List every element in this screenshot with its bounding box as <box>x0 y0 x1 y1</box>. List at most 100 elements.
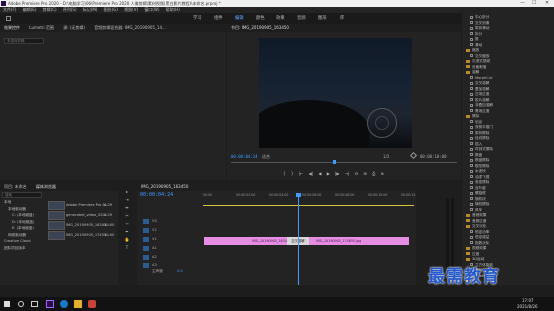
search-icon[interactable] <box>18 301 24 307</box>
step-forward-button[interactable]: |▶ <box>335 171 339 176</box>
play-button[interactable]: ▶ <box>327 171 330 176</box>
effects-item[interactable]: 交叉溶解 <box>462 81 554 86</box>
track-target-toggle[interactable] <box>143 218 149 224</box>
effects-item[interactable]: 指数淡化 <box>462 241 554 246</box>
workspace-libraries[interactable]: 库 <box>340 13 344 24</box>
effects-item[interactable]: 非叠加溶解 <box>462 103 554 108</box>
timeline-playhead[interactable] <box>298 193 299 285</box>
program-scrub-bar[interactable] <box>231 162 457 163</box>
program-timecode[interactable]: 00:00:04:24 <box>231 154 258 159</box>
media-thumbnail[interactable] <box>48 211 65 220</box>
track-header[interactable]: V1 <box>152 236 157 242</box>
effects-item[interactable]: 黑场过渡 <box>462 109 554 114</box>
track-header[interactable]: A1 <box>152 245 157 251</box>
track-header[interactable]: V2 <box>152 227 157 233</box>
menu-window[interactable]: 窗口(W) <box>144 7 159 12</box>
track-select-tool-icon[interactable]: ⇥ <box>124 197 130 202</box>
tab-lumetri-scopes[interactable]: Lumetri 范围 <box>29 25 54 30</box>
track-target-toggle[interactable] <box>143 262 149 268</box>
mark-in-button[interactable]: { <box>283 171 286 176</box>
effects-item[interactable]: 棋盘 <box>462 153 554 158</box>
media-tree-item[interactable]: 本地 <box>4 200 11 205</box>
effects-item[interactable]: 棋盘擦除 <box>462 158 554 163</box>
app-taskbar-icon[interactable] <box>88 300 96 308</box>
media-tree-item[interactable]: 网络驱动器 <box>8 233 26 238</box>
effects-item[interactable]: 水波块 <box>462 169 554 174</box>
type-tool-icon[interactable]: T <box>124 245 130 250</box>
media-file-name[interactable]: generated_video_020... <box>66 213 108 218</box>
track-target-toggle[interactable] <box>143 245 149 251</box>
effects-folder[interactable]: 过渡 <box>462 252 554 257</box>
media-tree-item[interactable]: E: (本地磁盘) <box>12 226 34 231</box>
effects-item[interactable]: 百叶窗 <box>462 186 554 191</box>
edge-taskbar-icon[interactable] <box>60 300 68 308</box>
effects-item[interactable]: 插入 <box>462 142 554 147</box>
add-button[interactable]: ⊕ <box>381 171 384 176</box>
track-header[interactable]: A2 <box>152 254 157 260</box>
effects-item[interactable]: 带状擦除 <box>462 131 554 136</box>
effects-item[interactable]: MorphCut <box>462 76 554 81</box>
workspace-effects[interactable]: 效果 <box>276 13 285 24</box>
effects-item[interactable]: 径向擦除 <box>462 136 554 141</box>
workspace-color[interactable]: 颜色 <box>256 13 265 24</box>
effects-folder[interactable]: 交叉淡化 <box>462 224 554 229</box>
razor-tool-icon[interactable]: ✂ <box>124 213 130 218</box>
effects-item[interactable]: 交叉缩放 <box>462 54 554 59</box>
effects-item[interactable]: 时钟式擦除 <box>462 147 554 152</box>
media-tree-item[interactable]: C: (本地磁盘) <box>12 213 34 218</box>
tab-sequence[interactable]: IMG_20190905_163450 <box>141 184 188 189</box>
selection-tool-icon[interactable]: ▸ <box>124 189 130 194</box>
play-back-button[interactable]: ◀ <box>318 171 321 176</box>
hand-tool-icon[interactable]: ✋ <box>124 237 130 242</box>
effects-item[interactable]: 胶片溶解 <box>462 98 554 103</box>
effects-item[interactable]: 油漆飞溅 <box>462 175 554 180</box>
effects-folder[interactable]: 缩放 <box>462 48 554 53</box>
media-thumbnail[interactable] <box>48 221 65 230</box>
clock-time[interactable]: 17:07 <box>522 298 534 303</box>
maximize-button[interactable]: ☐ <box>532 0 536 7</box>
effects-folder[interactable]: 音频效果 <box>462 213 554 218</box>
effects-item[interactable]: 楔形擦除 <box>462 164 554 169</box>
fit-dropdown[interactable]: 适合 <box>262 154 270 160</box>
workspace-graphics[interactable]: 图形 <box>318 13 327 24</box>
tab-program[interactable]: 节目: IMG_20190905_163450 <box>231 25 289 30</box>
mark-out-button[interactable]: } <box>291 171 294 176</box>
effects-folder[interactable]: 音频过渡 <box>462 219 554 224</box>
slip-tool-icon[interactable]: ⇿ <box>124 221 130 226</box>
effects-item[interactable]: 滑动 <box>462 43 554 48</box>
effects-item[interactable]: 随机擦除 <box>462 202 554 207</box>
effects-folder[interactable]: 沉浸式视频 <box>462 59 554 64</box>
menu-edit[interactable]: 编辑(E) <box>23 7 37 12</box>
windows-start-icon[interactable] <box>4 301 10 307</box>
effects-item[interactable]: 交叉划像 <box>462 21 554 26</box>
effects-folder[interactable]: 页面剥落 <box>462 65 554 70</box>
effects-item[interactable]: 中心拆分 <box>462 15 554 20</box>
menu-help[interactable]: 帮助(H) <box>166 7 180 12</box>
tab-project[interactable]: 项目: 未命名 <box>4 184 27 189</box>
quality-dropdown[interactable]: 1/2 <box>383 154 389 159</box>
program-playhead[interactable] <box>333 160 336 164</box>
minimize-button[interactable]: — <box>520 0 525 7</box>
ripple-edit-tool-icon[interactable]: ⇹ <box>124 205 130 210</box>
media-thumbnail[interactable] <box>48 201 65 210</box>
effects-item[interactable]: 拆分 <box>462 32 554 37</box>
pen-tool-icon[interactable]: ✒ <box>124 229 130 234</box>
effects-item[interactable]: 白场过渡 <box>462 92 554 97</box>
effects-item[interactable]: 推 <box>462 37 554 42</box>
track-target-toggle[interactable] <box>143 254 149 260</box>
track-target-toggle[interactable] <box>143 227 149 233</box>
track-header[interactable]: 主声道 <box>152 268 163 274</box>
effects-item[interactable]: 带状滑动 <box>462 26 554 31</box>
workspace-editing[interactable]: 编辑 <box>235 13 244 24</box>
media-tree-item[interactable]: 本地驱动器 <box>8 207 26 212</box>
track-target-toggle[interactable] <box>143 236 149 242</box>
effects-item[interactable]: 螺旋框 <box>462 191 554 196</box>
menu-sequence[interactable]: 序列(S) <box>63 7 77 12</box>
effects-item[interactable]: 随机块 <box>462 197 554 202</box>
menu-file[interactable]: 文件(F) <box>3 7 16 12</box>
tab-audio-clip-mixer[interactable]: 音频剪辑混合器: IMG_20190905_14... <box>94 25 166 30</box>
effects-item[interactable]: 划出 <box>462 120 554 125</box>
timeline-timecode[interactable]: 00:00:04:24 <box>140 192 173 198</box>
lift-button[interactable]: ⊟ <box>355 171 358 176</box>
tab-effect-controls[interactable]: 效果控件 <box>4 25 20 30</box>
